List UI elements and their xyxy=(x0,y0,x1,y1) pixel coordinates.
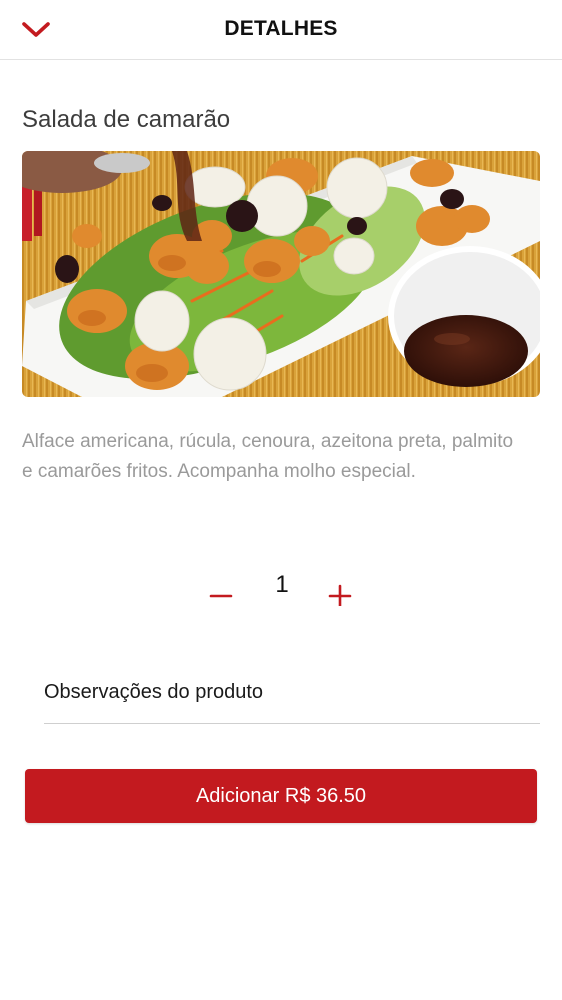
page-title: DETALHES xyxy=(224,17,338,40)
product-image xyxy=(22,151,540,397)
product-notes-input[interactable] xyxy=(44,670,540,714)
decrease-quantity-button[interactable] xyxy=(203,578,239,610)
top-bar: DETALHES xyxy=(0,0,562,60)
product-description: Alface americana, rúcula, cenoura, azeit… xyxy=(22,431,514,482)
product-notes-field xyxy=(44,670,540,724)
minus-icon xyxy=(209,594,233,598)
quantity-value: 1 xyxy=(275,571,289,598)
add-to-cart-button[interactable]: Adicionar R$ 36.50 xyxy=(25,769,537,823)
plus-icon xyxy=(328,584,352,606)
product-name: Salada de camarão xyxy=(22,106,231,133)
increase-quantity-button[interactable] xyxy=(322,578,358,610)
